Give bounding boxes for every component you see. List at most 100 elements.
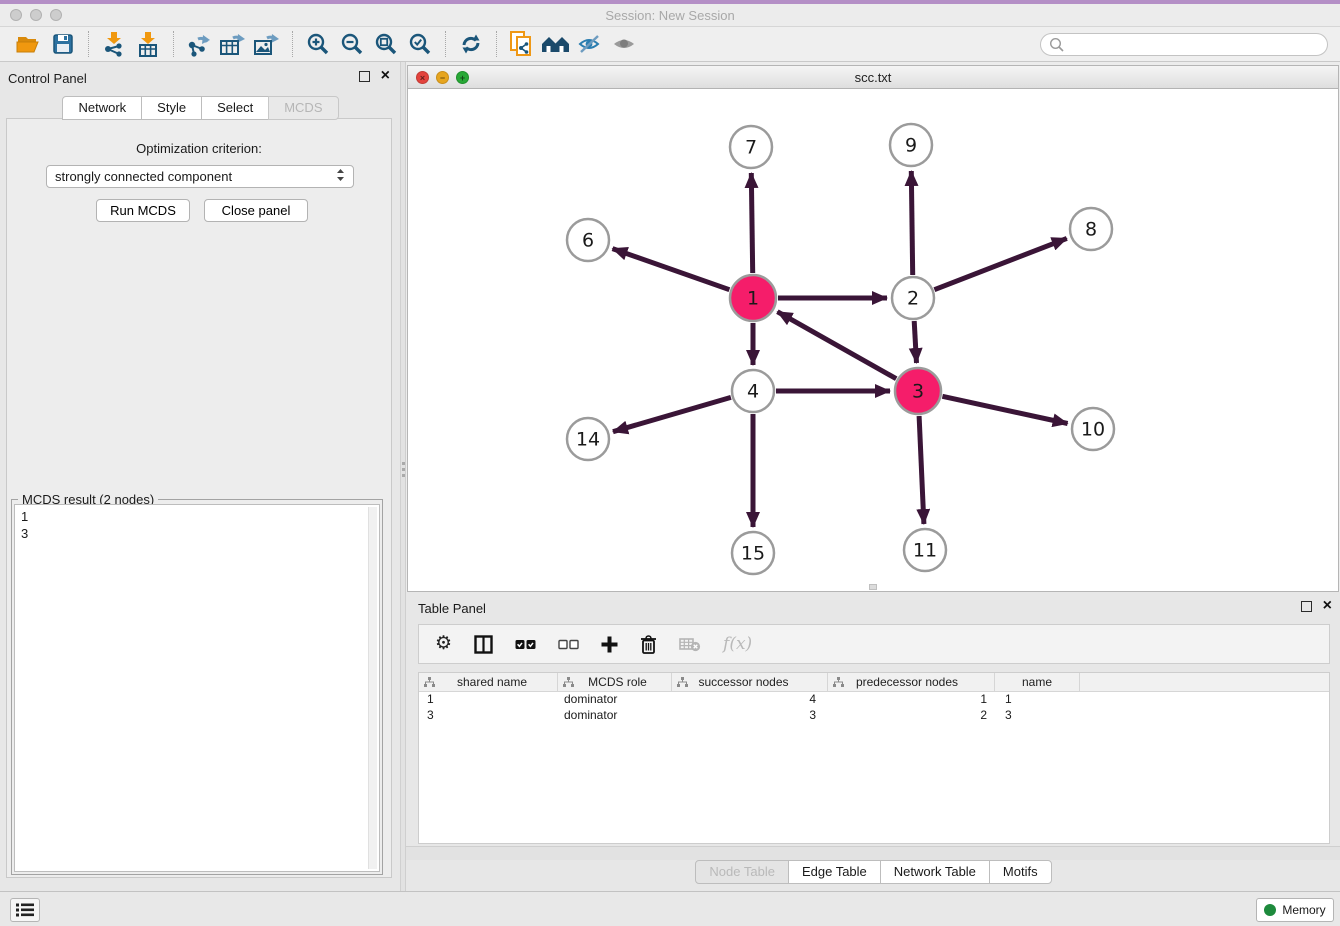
tab-select[interactable]: Select bbox=[201, 96, 269, 120]
cell-shared-name[interactable]: 3 bbox=[419, 708, 558, 724]
node-15[interactable]: 15 bbox=[732, 532, 774, 574]
node-3[interactable]: 3 bbox=[895, 368, 941, 414]
main-toolbar bbox=[0, 27, 1340, 62]
edge-1-7[interactable] bbox=[751, 173, 752, 273]
column-header-predecessor-nodes[interactable]: predecessor nodes bbox=[828, 673, 995, 691]
close-table-panel-icon[interactable]: × bbox=[1323, 597, 1332, 615]
node-1[interactable]: 1 bbox=[730, 275, 776, 321]
save-session-icon[interactable] bbox=[46, 29, 80, 59]
run-mcds-button[interactable]: Run MCDS bbox=[96, 199, 190, 222]
cell-mcds-role[interactable]: dominator bbox=[558, 708, 672, 724]
table-tabs: Node Table Edge Table Network Table Moti… bbox=[406, 860, 1340, 884]
show-all-networks-icon[interactable] bbox=[539, 29, 573, 59]
edge-2-9[interactable] bbox=[911, 171, 912, 275]
table-row[interactable]: 1 dominator 4 1 1 bbox=[419, 692, 1329, 708]
zoom-in-icon[interactable] bbox=[301, 29, 335, 59]
hide-selected-icon[interactable] bbox=[573, 29, 607, 59]
cell-successor-nodes[interactable]: 4 bbox=[672, 692, 828, 708]
node-14[interactable]: 14 bbox=[567, 418, 609, 460]
import-network-icon[interactable] bbox=[97, 29, 131, 59]
network-graph[interactable]: 7 9 6 8 1 2 4 3 14 10 15 11 bbox=[408, 89, 1338, 591]
memory-button[interactable]: Memory bbox=[1256, 898, 1334, 922]
cell-successor-nodes[interactable]: 3 bbox=[672, 708, 828, 724]
deselect-all-icon[interactable] bbox=[558, 632, 579, 656]
task-history-button[interactable] bbox=[10, 898, 40, 922]
edge-3-1[interactable] bbox=[777, 312, 896, 379]
column-header-mcds-role[interactable]: MCDS role bbox=[558, 673, 672, 691]
column-header-name[interactable]: name bbox=[995, 673, 1080, 691]
network-canvas[interactable]: 7 9 6 8 1 2 4 3 14 10 15 11 bbox=[408, 89, 1338, 591]
search-input[interactable] bbox=[1069, 38, 1327, 52]
column-header-filler bbox=[1080, 673, 1329, 691]
cell-predecessor-nodes[interactable]: 2 bbox=[828, 708, 995, 724]
tab-style[interactable]: Style bbox=[141, 96, 202, 120]
node-10[interactable]: 10 bbox=[1072, 408, 1114, 450]
tab-motifs[interactable]: Motifs bbox=[989, 860, 1052, 884]
edge-3-10[interactable] bbox=[942, 396, 1067, 423]
optimization-criterion-dropdown[interactable]: strongly connected component bbox=[46, 165, 354, 188]
edge-3-11[interactable] bbox=[919, 416, 924, 524]
svg-text:3: 3 bbox=[912, 381, 924, 403]
show-column-panel-icon[interactable] bbox=[474, 632, 493, 656]
cell-name[interactable]: 3 bbox=[995, 708, 1080, 724]
search-box[interactable] bbox=[1040, 33, 1328, 56]
edge-2-8[interactable] bbox=[934, 238, 1066, 289]
tab-node-table[interactable]: Node Table bbox=[695, 860, 789, 884]
close-panel-button[interactable]: Close panel bbox=[204, 199, 308, 222]
zoom-fit-icon[interactable] bbox=[369, 29, 403, 59]
export-image-icon[interactable] bbox=[250, 29, 284, 59]
edge-4-14[interactable] bbox=[613, 397, 731, 431]
svg-text:7: 7 bbox=[745, 137, 757, 159]
settings-gear-icon[interactable]: ⚙ bbox=[435, 632, 452, 656]
edge-1-6[interactable] bbox=[613, 249, 730, 290]
result-line: 3 bbox=[21, 525, 373, 542]
close-panel-icon[interactable]: × bbox=[381, 67, 390, 85]
import-table-icon[interactable] bbox=[131, 29, 165, 59]
refresh-layout-icon[interactable] bbox=[454, 29, 488, 59]
delete-table-icon[interactable] bbox=[679, 632, 701, 656]
svg-text:4: 4 bbox=[747, 381, 759, 403]
node-11[interactable]: 11 bbox=[904, 529, 946, 571]
float-panel-icon[interactable] bbox=[359, 71, 370, 82]
toolbar-separator bbox=[496, 31, 497, 57]
column-type-icon bbox=[563, 677, 574, 688]
result-scrollbar[interactable] bbox=[368, 507, 377, 869]
node-9[interactable]: 9 bbox=[890, 124, 932, 166]
export-network-icon[interactable] bbox=[182, 29, 216, 59]
node-6[interactable]: 6 bbox=[567, 219, 609, 261]
node-2[interactable]: 2 bbox=[892, 277, 934, 319]
float-table-panel-icon[interactable] bbox=[1301, 601, 1312, 612]
table-toolbar: ⚙ f(x) bbox=[418, 624, 1330, 664]
select-all-icon[interactable] bbox=[515, 632, 536, 656]
add-row-icon[interactable] bbox=[601, 632, 618, 656]
zoom-out-icon[interactable] bbox=[335, 29, 369, 59]
cell-shared-name[interactable]: 1 bbox=[419, 692, 558, 708]
node-4[interactable]: 4 bbox=[732, 370, 774, 412]
mcds-panel-body: Optimization criterion: strongly connect… bbox=[6, 118, 392, 878]
network-window-titlebar[interactable]: × − + scc.txt bbox=[408, 66, 1338, 89]
cell-mcds-role[interactable]: dominator bbox=[558, 692, 672, 708]
tab-network-table[interactable]: Network Table bbox=[880, 860, 990, 884]
cell-predecessor-nodes[interactable]: 1 bbox=[828, 692, 995, 708]
tab-edge-table[interactable]: Edge Table bbox=[788, 860, 881, 884]
cell-name[interactable]: 1 bbox=[995, 692, 1080, 708]
export-table-icon[interactable] bbox=[216, 29, 250, 59]
tab-mcds[interactable]: MCDS bbox=[268, 96, 338, 120]
titlebar[interactable]: Session: New Session bbox=[0, 4, 1340, 27]
clone-network-icon[interactable] bbox=[505, 29, 539, 59]
zoom-selected-icon[interactable] bbox=[403, 29, 437, 59]
column-header-successor-nodes[interactable]: successor nodes bbox=[672, 673, 828, 691]
node-7[interactable]: 7 bbox=[730, 126, 772, 168]
edge-2-3[interactable] bbox=[914, 321, 916, 363]
table-row[interactable]: 3 dominator 3 2 3 bbox=[419, 708, 1329, 724]
mcds-result-textarea[interactable]: 1 3 bbox=[14, 504, 380, 872]
canvas-resize-grip[interactable] bbox=[869, 584, 877, 590]
column-header-shared-name[interactable]: shared name bbox=[419, 673, 558, 691]
open-file-icon[interactable] bbox=[12, 29, 46, 59]
toolbar-separator bbox=[173, 31, 174, 57]
node-8[interactable]: 8 bbox=[1070, 208, 1112, 250]
show-selected-icon[interactable] bbox=[607, 29, 641, 59]
delete-row-icon[interactable] bbox=[640, 632, 657, 656]
function-builder-icon[interactable]: f(x) bbox=[723, 632, 752, 656]
tab-network[interactable]: Network bbox=[62, 96, 142, 120]
